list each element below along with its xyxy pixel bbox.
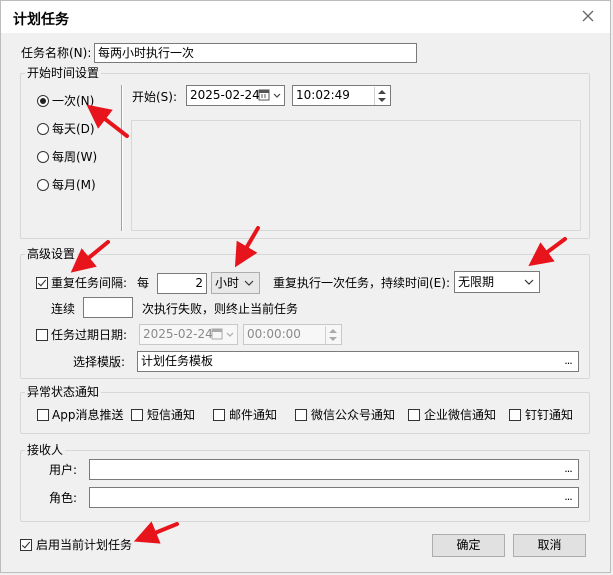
notify-email-label[interactable]: 邮件通知 [229,407,277,423]
user-label: 用户: [49,463,78,477]
advanced-legend: 高级设置 [25,247,78,261]
close-button[interactable] [576,4,600,28]
duration-label: 重复执行一次任务，持续时间(E): [273,276,450,290]
start-time-legend: 开始时间设置 [25,66,102,80]
notify-legend: 异常状态通知 [25,385,102,399]
notify-wechat-mp-label[interactable]: 微信公众号通知 [311,407,395,423]
template-value: 计划任务模板 [141,354,214,368]
expire-date-value: 2025-02-24 [143,327,213,341]
cancel-button[interactable]: 取消 [513,534,586,557]
start-date-value: 2025-02-24 [190,88,260,102]
expire-time-input[interactable]: 00:00:00 [243,324,342,345]
window-title: 计划任务 [13,12,69,28]
ok-button[interactable]: 确定 [432,534,505,557]
role-label: 角色: [49,491,78,505]
start-time-separator [121,85,123,231]
chevron-down-icon [273,93,281,98]
duration-value: 无限期 [458,275,495,289]
radio-weekly-label[interactable]: 每周(W) [52,149,97,165]
radio-monthly-label[interactable]: 每月(M) [52,177,96,193]
role-input[interactable]: ... [89,487,579,508]
user-browse-button[interactable]: ... [560,462,576,476]
consecutive-suffix: 次执行失败，则终止当前任务 [142,302,299,316]
enable-task-label[interactable]: 启用当前计划任务 [36,537,132,553]
chevron-down-icon [524,279,534,285]
calendar-icon[interactable] [258,89,270,101]
radio-monthly[interactable] [37,179,49,191]
expire-label[interactable]: 任务过期日期: [51,327,127,343]
enable-task-checkbox[interactable] [20,539,32,551]
notify-sms-label[interactable]: 短信通知 [147,407,195,423]
template-input[interactable]: 计划任务模板 ... [137,351,579,372]
start-time-spinner[interactable] [374,87,389,105]
notify-dingtalk-label[interactable]: 钉钉通知 [525,407,573,423]
schedule-detail-panel [131,120,581,231]
user-input[interactable]: ... [89,459,579,480]
duration-select[interactable]: 无限期 [454,271,540,293]
template-label: 选择模版: [73,355,126,369]
radio-daily[interactable] [37,123,49,135]
chevron-down-icon [244,280,254,286]
start-time-input[interactable]: 10:02:49 [292,85,391,106]
repeat-interval-input[interactable]: 2 [157,273,207,294]
schedule-task-dialog: 计划任务 任务名称(N): 每两小时执行一次 开始时间设置 一次(N) 每天(D… [0,0,611,573]
radio-weekly[interactable] [37,151,49,163]
notify-wecom-label[interactable]: 企业微信通知 [424,407,496,423]
repeat-label[interactable]: 重复任务间隔: [51,275,127,291]
notify-app-checkbox[interactable] [37,409,49,421]
notify-wechat-mp-checkbox[interactable] [295,409,307,421]
start-date-picker[interactable]: 2025-02-24 [186,85,285,106]
notify-app-label[interactable]: App消息推送 [52,407,123,423]
radio-once-label[interactable]: 一次(N) [52,93,94,109]
repeat-unit-value: 小时 [215,276,240,290]
chevron-down-icon [226,332,234,337]
notify-email-checkbox[interactable] [213,409,225,421]
repeat-checkbox[interactable] [36,277,48,289]
role-browse-button[interactable]: ... [560,490,576,504]
notify-wecom-checkbox[interactable] [408,409,420,421]
expire-time-value: 00:00:00 [247,327,301,341]
title-bar: 计划任务 [1,1,610,33]
consecutive-label: 连续 [51,302,76,316]
start-time-value: 10:02:49 [296,88,350,102]
radio-once[interactable] [37,95,49,107]
template-browse-button[interactable]: ... [560,354,576,368]
expire-time-spinner[interactable] [325,326,340,344]
notify-dingtalk-checkbox[interactable] [509,409,521,421]
close-icon [582,10,594,22]
calendar-icon[interactable] [211,328,223,340]
task-name-label: 任务名称(N): [21,46,92,60]
task-name-input[interactable]: 每两小时执行一次 [94,43,417,63]
receivers-legend: 接收人 [25,443,66,457]
repeat-unit-select[interactable]: 小时 [211,272,260,294]
expire-checkbox[interactable] [36,329,48,341]
start-label: 开始(S): [132,90,178,104]
expire-date-picker[interactable]: 2025-02-24 [139,324,238,345]
radio-daily-label[interactable]: 每天(D) [52,121,95,137]
repeat-every-label: 每 [137,276,150,290]
notify-sms-checkbox[interactable] [131,409,143,421]
consecutive-failure-input[interactable] [83,297,133,318]
